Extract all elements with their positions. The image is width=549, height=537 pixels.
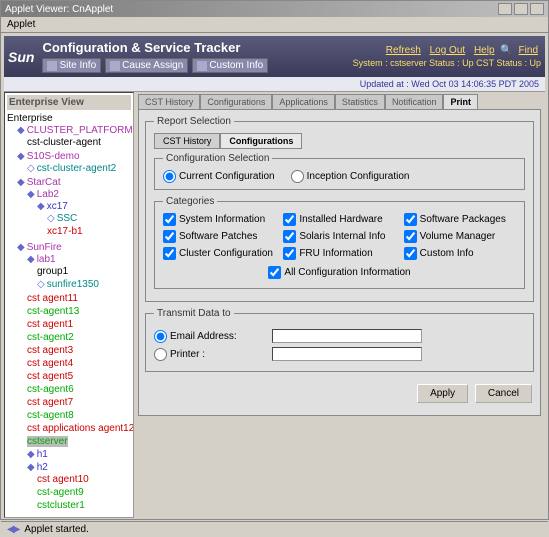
tab-notification[interactable]: Notification (385, 94, 444, 109)
apply-button[interactable]: Apply (417, 384, 468, 403)
legend-config-selection: Configuration Selection (163, 153, 272, 164)
tree-node-selected[interactable]: cstserver (27, 435, 131, 448)
tree-node[interactable]: cst agent1 (27, 318, 131, 331)
tree-node[interactable]: xc17-b1 (47, 225, 131, 238)
site-info-icon (47, 61, 57, 71)
chk-sw-packages[interactable]: Software Packages (404, 213, 516, 226)
app-title: Configuration & Service Tracker (42, 40, 344, 55)
status-line: System : cstserver Status : Up CST Statu… (353, 58, 541, 68)
link-find[interactable]: Find (519, 45, 538, 56)
menu-applet[interactable]: Applet (7, 19, 35, 30)
tree-node[interactable]: cst applications agent12 (27, 422, 131, 435)
tree-node[interactable]: ◇SSC (47, 212, 131, 225)
tree-node[interactable]: ◆SunFire ◆lab1 group1 ◇sunfire1350 cst a… (17, 241, 131, 514)
statusbar: ◀▶ Applet started. (1, 521, 548, 537)
tab-applications[interactable]: Applications (272, 94, 335, 109)
tree-node[interactable]: ◆StarCat ◆Lab2 ◆xc17 ◇SSC xc17-b1 (17, 176, 131, 241)
tree-node[interactable]: ◆Lab2 ◆xc17 ◇SSC xc17-b1 (27, 188, 131, 240)
subtab-cst-history[interactable]: CST History (154, 133, 220, 149)
tree-node[interactable]: ◆S10S-demo ◇cst-cluster-agent2 (17, 150, 131, 176)
nav-custom-info[interactable]: Custom Info (192, 58, 268, 73)
tab-print[interactable]: Print (443, 94, 478, 109)
tree-node[interactable]: ◇cst-cluster-agent2 (27, 162, 131, 175)
app-header: Sun Configuration & Service Tracker Site… (4, 36, 545, 77)
email-field[interactable] (272, 329, 422, 343)
link-help[interactable]: Help (474, 45, 495, 56)
main-tabs: CST History Configurations Applications … (138, 94, 541, 109)
tree-node[interactable]: cst agent11 (27, 292, 131, 305)
chk-all-config[interactable]: All Configuration Information (268, 266, 410, 279)
tree-node[interactable]: cst agent3 (27, 344, 131, 357)
chk-custom-info[interactable]: Custom Info (404, 247, 516, 260)
tree-node[interactable]: ◆CLUSTER_PLATFORM cst-cluster-agent (17, 124, 131, 150)
tree-node[interactable]: cst-agent8 (27, 409, 131, 422)
chk-sw-patches[interactable]: Software Patches (163, 230, 275, 243)
find-icon: 🔍 (500, 45, 512, 56)
tab-cst-history[interactable]: CST History (138, 94, 200, 109)
tree-node[interactable]: ◆xc17 ◇SSC xc17-b1 (37, 200, 131, 239)
fieldset-transmit: Transmit Data to Email Address: Printer … (145, 308, 534, 372)
fieldset-categories: Categories System Information Installed … (154, 196, 525, 289)
tree-node[interactable]: cst-agent6 (27, 383, 131, 396)
chk-cluster-config[interactable]: Cluster Configuration (163, 247, 275, 260)
chk-volume-mgr[interactable]: Volume Manager (404, 230, 516, 243)
tree-node[interactable]: ◇sunfire1350 (37, 278, 131, 291)
printer-field[interactable] (272, 347, 422, 361)
chk-fru-info[interactable]: FRU Information (283, 247, 395, 260)
tree-node[interactable]: ◆h1 (27, 448, 131, 461)
chk-system-info[interactable]: System Information (163, 213, 275, 226)
nav-site-info[interactable]: Site Info (42, 58, 101, 73)
legend-transmit: Transmit Data to (154, 308, 234, 319)
menubar: Applet (1, 17, 548, 33)
cause-assign-icon (110, 61, 120, 71)
radio-current-config[interactable]: Current Configuration (163, 170, 275, 183)
maximize-icon[interactable] (514, 3, 528, 15)
nav-arrows-icon[interactable]: ◀▶ (7, 524, 18, 535)
tree-node[interactable]: group1 (37, 265, 131, 278)
tree-node[interactable]: cst-cluster-agent (27, 136, 131, 149)
sidebar-title: Enterprise View (7, 95, 131, 110)
tab-configurations[interactable]: Configurations (200, 94, 272, 109)
fieldset-report-selection: Report Selection CST History Configurati… (145, 116, 534, 302)
tree-node[interactable]: cst-agent13 (27, 305, 131, 318)
radio-inception-config[interactable]: Inception Configuration (291, 170, 410, 183)
tree-node[interactable]: cstcluster1 (37, 499, 131, 512)
fieldset-config-selection: Configuration Selection Current Configur… (154, 153, 525, 190)
window-title: Applet Viewer: CnApplet (5, 4, 113, 15)
titlebar: Applet Viewer: CnApplet (1, 1, 548, 17)
radio-printer[interactable]: Printer : (154, 348, 264, 361)
nav-cause-assign[interactable]: Cause Assign (105, 58, 188, 73)
tree-node[interactable]: cst agent7 (27, 396, 131, 409)
status-text: Applet started. (24, 524, 88, 535)
close-icon[interactable] (530, 3, 544, 15)
tree-node[interactable]: ◆lab1 group1 ◇sunfire1350 (27, 253, 131, 292)
sidebar: Enterprise View Enterprise ◆CLUSTER_PLAT… (4, 92, 134, 518)
sun-logo: Sun (8, 49, 34, 65)
tree-node[interactable]: cst-agent2 (27, 331, 131, 344)
link-logout[interactable]: Log Out (430, 45, 466, 56)
main-panel: CST History Configurations Applications … (134, 92, 545, 518)
subtab-configurations[interactable]: Configurations (220, 133, 302, 149)
tree: Enterprise ◆CLUSTER_PLATFORM cst-cluster… (7, 112, 131, 515)
chk-installed-hw[interactable]: Installed Hardware (283, 213, 395, 226)
cancel-button[interactable]: Cancel (475, 384, 532, 403)
custom-info-icon (197, 61, 207, 71)
tree-node[interactable]: cst agent10 (37, 473, 131, 486)
tree-root[interactable]: Enterprise ◆CLUSTER_PLATFORM cst-cluster… (7, 112, 131, 515)
tree-node[interactable]: cst agent4 (27, 357, 131, 370)
tree-node[interactable]: cst-agent9 (37, 486, 131, 499)
link-refresh[interactable]: Refresh (386, 45, 421, 56)
tab-statistics[interactable]: Statistics (335, 94, 385, 109)
radio-email[interactable]: Email Address: (154, 330, 264, 343)
tree-node[interactable]: cst agent5 (27, 370, 131, 383)
legend-report-selection: Report Selection (154, 116, 234, 127)
legend-categories: Categories (163, 196, 217, 207)
tree-node[interactable]: ◆h2 cst agent10 cst-agent9 cstcluster1 (27, 461, 131, 513)
updated-at: Updated at : Wed Oct 03 14:06:35 PDT 200… (4, 77, 545, 92)
minimize-icon[interactable] (498, 3, 512, 15)
chk-solaris-info[interactable]: Solaris Internal Info (283, 230, 395, 243)
